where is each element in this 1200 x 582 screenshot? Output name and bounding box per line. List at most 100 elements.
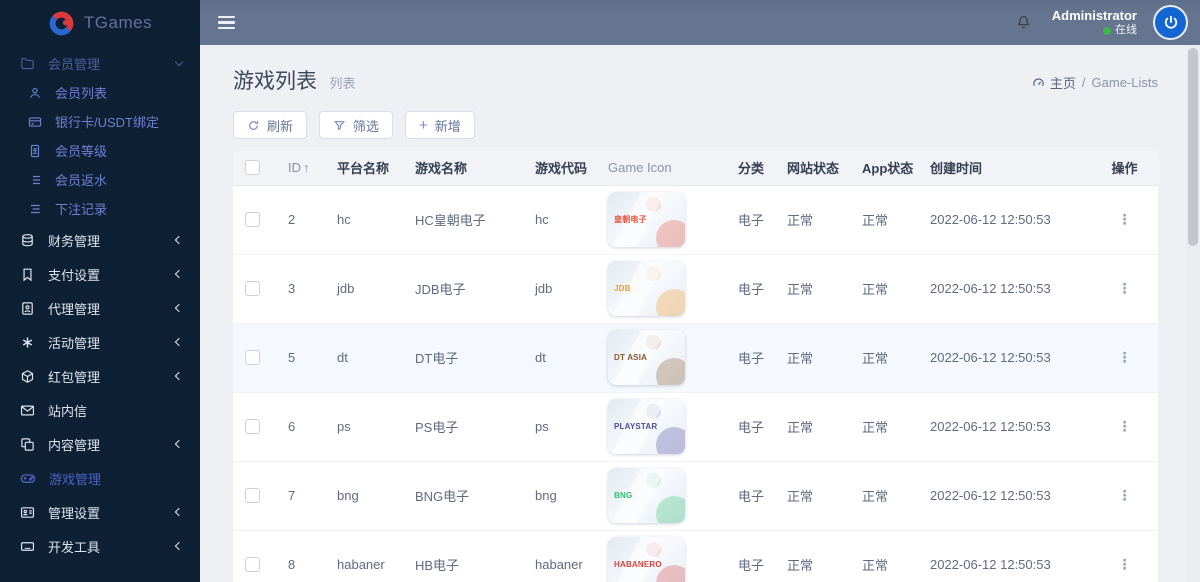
folder-icon [21, 57, 34, 69]
page-title: 游戏列表 [233, 70, 317, 93]
add-button[interactable]: + 新增 [405, 111, 475, 139]
row-actions-menu-icon[interactable]: ⋮ [1118, 418, 1132, 434]
table-row: 7 bng BNG电子 bng BNG 电子 正常 正常 2022-06-12 … [233, 461, 1158, 530]
column-header-id[interactable]: ID ↑ [276, 151, 325, 185]
cube-icon [21, 369, 34, 383]
sidebar-item-content-management[interactable]: 内容管理 [0, 427, 200, 461]
sidebar-item-agent-management[interactable]: 代理管理 [0, 291, 200, 325]
portrait-icon [22, 301, 33, 315]
scrollbar-thumb[interactable] [1188, 48, 1198, 246]
asterisk-icon [22, 337, 33, 347]
select-all-checkbox[interactable] [245, 160, 260, 176]
row-checkbox[interactable] [245, 488, 260, 503]
column-header-category[interactable]: 分类 [726, 151, 775, 185]
logout-power-button[interactable] [1153, 5, 1188, 40]
notifications-bell-icon[interactable] [1015, 14, 1032, 31]
table-header-row: ID ↑ 平台名称 游戏名称 游戏代码 Game Icon 分类 网站状态 App… [233, 151, 1158, 185]
column-header-app-status[interactable]: App状态 [850, 151, 918, 185]
sidebar-item-member-rebate[interactable]: 会员返水 [0, 165, 200, 194]
row-actions-menu-icon[interactable]: ⋮ [1118, 349, 1132, 365]
column-header-actions: 操作 [1111, 161, 1138, 177]
row-actions-menu-icon[interactable]: ⋮ [1118, 487, 1132, 503]
sidebar-item-site-messages[interactable]: 站内信 [0, 393, 200, 427]
breadcrumb-separator: / [1081, 75, 1086, 90]
filter-button[interactable]: 筛选 [319, 111, 394, 139]
table-card: ID ↑ 平台名称 游戏名称 游戏代码 Game Icon 分类 网站状态 App… [233, 151, 1158, 582]
user-name: Administrator [1051, 7, 1137, 23]
column-header-created[interactable]: 创建时间 [918, 151, 1091, 185]
sidebar-item-member-level[interactable]: 会员等级 [0, 136, 200, 165]
copy-icon [21, 437, 34, 451]
page-subtitle: 列表 [329, 76, 356, 91]
row-checkbox[interactable] [245, 557, 260, 573]
row-checkbox[interactable] [245, 350, 260, 365]
column-header-site-status[interactable]: 网站状态 [775, 151, 850, 185]
sidebar-item-payment-settings[interactable]: 支付设置 [0, 257, 200, 291]
sort-up-icon: ↑ [303, 160, 310, 176]
credit-card-icon [28, 116, 42, 127]
row-checkbox[interactable] [245, 419, 260, 434]
games-table: ID ↑ 平台名称 游戏名称 游戏代码 Game Icon 分类 网站状态 App… [233, 151, 1158, 582]
stream-icon [30, 204, 40, 213]
envelope-icon [20, 405, 35, 415]
column-header-game-icon[interactable]: Game Icon [596, 151, 726, 185]
sidebar-menu: 会员管理 会员列表 银行卡/USDT绑定 会员等级 会员返水 下注记录 财务管理 [0, 46, 200, 563]
game-icon-thumbnail: HABANERO [608, 537, 685, 582]
sidebar-item-admin-settings[interactable]: 管理设置 [0, 495, 200, 529]
game-icon-thumbnail: PLAYSTAR [608, 399, 685, 454]
sidebar-item-activity-management[interactable]: 活动管理 [0, 325, 200, 359]
column-header-game-code[interactable]: 游戏代码 [523, 151, 596, 185]
keyboard-icon [20, 541, 35, 551]
page-scrollbar[interactable] [1186, 45, 1200, 582]
table-row: 8 habaner HB电子 habaner HABANERO 电子 正常 正常… [233, 530, 1158, 582]
main-content: 游戏列表 列表 主页 / Game-Lists 刷新 筛选 + 新增 ID ↑ … [200, 45, 1200, 582]
sidebar-item-finance-management[interactable]: 财务管理 [0, 223, 200, 257]
logo[interactable]: TGames [0, 0, 200, 46]
chevron-down-icon [174, 57, 184, 66]
chevron-left-icon [174, 439, 184, 449]
game-icon-thumbnail: 皇朝电子 [608, 192, 685, 247]
list-icon [30, 175, 40, 184]
online-status-label: 在线 [1115, 23, 1137, 36]
chevron-left-icon [174, 541, 184, 551]
user-icon [30, 87, 40, 98]
user-menu[interactable]: Administrator 在线 [1052, 8, 1137, 38]
row-checkbox[interactable] [245, 212, 260, 227]
logo-text: TGames [83, 13, 153, 32]
sidebar-item-member-list[interactable]: 会员列表 [0, 78, 200, 107]
gamepad-icon [20, 474, 36, 483]
chevron-left-icon [174, 235, 184, 245]
column-header-game-name[interactable]: 游戏名称 [403, 151, 523, 185]
sidebar-item-bank-usdt-binding[interactable]: 银行卡/USDT绑定 [0, 107, 200, 136]
menu-toggle-button[interactable] [200, 0, 254, 45]
sidebar-item-bet-records[interactable]: 下注记录 [0, 194, 200, 223]
sidebar-item-redpacket-management[interactable]: 红包管理 [0, 359, 200, 393]
chevron-left-icon [174, 507, 184, 517]
row-checkbox[interactable] [245, 281, 260, 296]
sidebar-item-member-management[interactable]: 会员管理 [0, 48, 200, 78]
row-actions-menu-icon[interactable]: ⋮ [1118, 556, 1132, 572]
game-icon-thumbnail: JDB [608, 261, 685, 316]
sidebar-item-dev-tools[interactable]: 开发工具 [0, 529, 200, 563]
sidebar: TGames 会员管理 会员列表 银行卡/USDT绑定 会员等级 会员返水 下注… [0, 0, 200, 582]
chevron-left-icon [174, 371, 184, 381]
breadcrumb: 主页 / Game-Lists [1032, 65, 1158, 92]
row-actions-menu-icon[interactable]: ⋮ [1118, 211, 1132, 227]
table-row: 2 hc HC皇朝电子 hc 皇朝电子 电子 正常 正常 2022-06-12 … [233, 185, 1158, 254]
row-actions-menu-icon[interactable]: ⋮ [1118, 280, 1132, 296]
toolbar: 刷新 筛选 + 新增 [233, 111, 1158, 139]
column-header-platform[interactable]: 平台名称 [325, 151, 403, 185]
sidebar-item-game-management[interactable]: 游戏管理 [0, 461, 200, 495]
tgames-logo-icon [49, 11, 74, 35]
breadcrumb-current: Game-Lists [1091, 75, 1158, 90]
game-icon-thumbnail: DT ASIA [608, 330, 685, 385]
table-row: 5 dt DT电子 dt DT ASIA 电子 正常 正常 2022-06-12… [233, 323, 1158, 392]
tachometer-icon [1033, 78, 1044, 87]
funnel-icon [334, 120, 346, 131]
id-badge-icon [30, 144, 40, 157]
breadcrumb-home-link[interactable]: 主页 [1032, 73, 1076, 92]
address-card-icon [20, 506, 35, 518]
online-status-dot [1103, 26, 1111, 35]
chevron-left-icon [174, 303, 184, 313]
refresh-button[interactable]: 刷新 [233, 111, 308, 139]
